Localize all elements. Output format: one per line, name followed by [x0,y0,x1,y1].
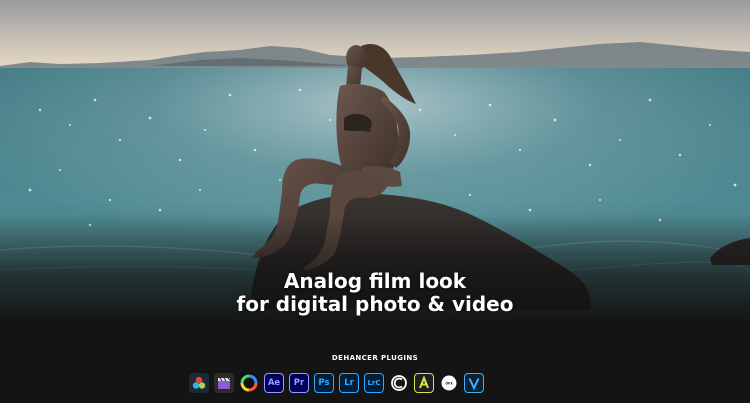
premiere-pro-icon[interactable]: Pr [289,373,309,393]
davinci-resolve-icon[interactable] [189,373,209,393]
headline: Analog film look for digital photo & vid… [0,270,750,316]
plugin-icons-row: Ae Pr Ps Lr LrC OFX [189,373,484,393]
headline-line-2: for digital photo & video [236,292,514,316]
plugins-label: DEHANCER PLUGINS [331,354,419,362]
after-effects-icon[interactable]: Ae [264,373,284,393]
plugins-section: DEHANCER PLUGINS Ae Pr Ps Lr LrC OFX [0,354,750,393]
lightroom-classic-icon[interactable]: LrC [364,373,384,393]
capture-one-icon[interactable] [389,373,409,393]
hero-banner: Analog film look for digital photo & vid… [0,0,750,403]
color-wheel-icon[interactable] [239,373,259,393]
svg-text:OFX: OFX [445,382,453,386]
hero-photo [0,0,750,403]
final-cut-pro-icon[interactable] [214,373,234,393]
ofx-icon[interactable]: OFX [439,373,459,393]
lightroom-icon[interactable]: Lr [339,373,359,393]
photoshop-icon[interactable]: Ps [314,373,334,393]
headline-line-1: Analog film look [283,269,467,293]
affinity-icon[interactable] [414,373,434,393]
vegas-icon[interactable] [464,373,484,393]
